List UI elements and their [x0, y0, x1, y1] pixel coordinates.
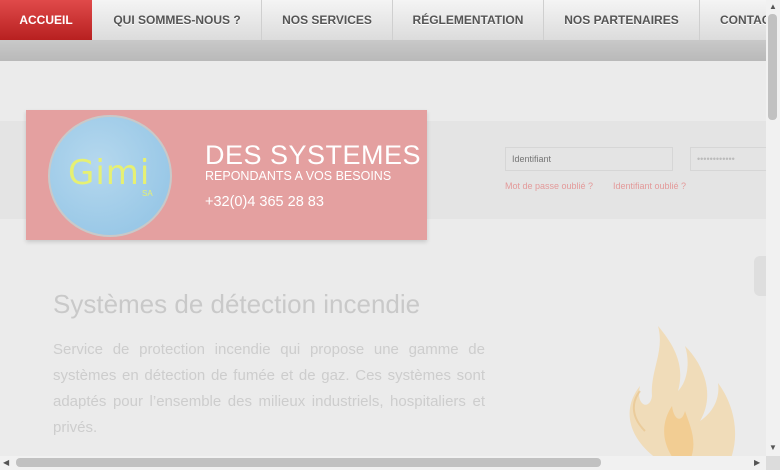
scroll-down-icon[interactable]: ▼	[769, 443, 777, 452]
nav-item-nos-services[interactable]: NOS SERVICES	[262, 0, 393, 40]
horizontal-scrollbar[interactable]: ◀ ▶	[0, 456, 766, 470]
username-input[interactable]	[505, 147, 673, 171]
tagline-main: DES SYSTEMES	[205, 140, 422, 170]
forgot-username-link[interactable]: Identifiant oublié ?	[613, 181, 686, 191]
hero-area: Gimi SA DES SYSTEMES REPONDANTS A VOS BE…	[0, 61, 766, 456]
scrollbar-corner	[766, 456, 780, 470]
vertical-scrollbar[interactable]: ▲ ▼	[766, 0, 780, 456]
page-headline: Systèmes de détection incendie	[53, 289, 421, 319]
scroll-up-icon[interactable]: ▲	[769, 2, 777, 11]
nav-item-accueil[interactable]: ACCUEIL	[0, 0, 92, 40]
tagline-sub: REPONDANTS A VOS BESOINS	[205, 169, 392, 183]
main-navigation: ACCUEIL QUI SOMMES-NOUS ? NOS SERVICES R…	[0, 0, 766, 41]
flame-image	[629, 326, 736, 456]
horizontal-scroll-thumb[interactable]	[16, 458, 601, 467]
logo: Gimi SA	[48, 115, 172, 237]
logo-text: Gimi	[68, 153, 151, 193]
nav-item-nos-partenaires[interactable]: NOS PARTENAIRES	[544, 0, 700, 40]
company-banner[interactable]: Gimi SA DES SYSTEMES REPONDANTS A VOS BE…	[26, 110, 427, 240]
vertical-scroll-thumb[interactable]	[768, 14, 777, 120]
scroll-left-icon[interactable]: ◀	[3, 458, 9, 467]
nav-item-qui-sommes-nous[interactable]: QUI SOMMES-NOUS ?	[93, 0, 262, 40]
nav-item-reglementation[interactable]: RÉGLEMENTATION	[393, 0, 544, 40]
slider-next-button[interactable]	[754, 256, 766, 296]
nav-item-contact[interactable]: CONTACT	[700, 0, 766, 40]
forgot-password-link[interactable]: Mot de passe oublié ?	[505, 181, 593, 191]
phone-number: +32(0)4 365 28 83	[205, 194, 324, 210]
logo-subtext: SA	[142, 189, 153, 198]
scroll-right-icon[interactable]: ▶	[754, 458, 760, 467]
password-input[interactable]	[690, 147, 766, 171]
service-description: Service de protection incendie qui propo…	[53, 341, 485, 436]
sub-navigation-bar	[0, 41, 766, 61]
